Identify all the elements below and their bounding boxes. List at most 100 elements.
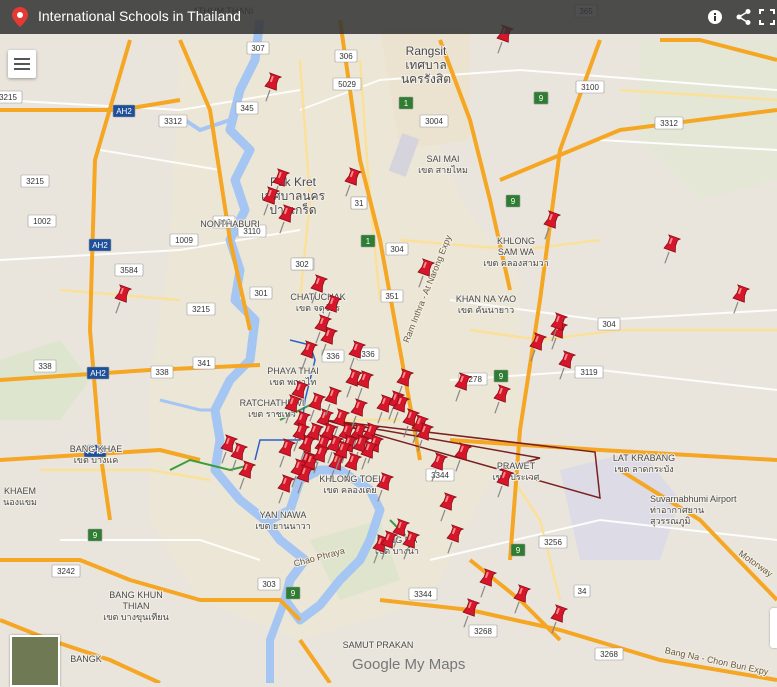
svg-text:345: 345 — [240, 104, 254, 113]
road-shield: 3100 — [575, 80, 605, 94]
map-pin-logo-icon — [12, 7, 28, 27]
road-shield: 303 — [257, 577, 281, 591]
road-shield: 3215 — [20, 174, 50, 188]
info-icon[interactable] — [706, 8, 724, 26]
road-shield: 304 — [385, 242, 409, 256]
road-shield: 1 — [398, 96, 414, 110]
road-shield: 307 — [246, 41, 270, 55]
svg-text:9: 9 — [93, 531, 98, 540]
road-shield: 341 — [192, 356, 216, 370]
svg-text:3312: 3312 — [164, 117, 182, 126]
road-shield: 1002 — [27, 214, 57, 228]
svg-text:31: 31 — [355, 199, 364, 208]
road-shield: 3119 — [574, 365, 604, 379]
scroll-handle[interactable] — [770, 608, 777, 648]
svg-text:3215: 3215 — [0, 93, 17, 102]
road-shield: 351 — [380, 289, 404, 303]
svg-text:5029: 5029 — [338, 80, 356, 89]
road-shield: 306 — [334, 49, 358, 63]
place-label: เขต สายไหม — [418, 165, 468, 175]
svg-text:9: 9 — [539, 94, 544, 103]
place-label: BANG KHUN — [109, 590, 163, 600]
share-icon[interactable] — [735, 8, 753, 26]
svg-text:336: 336 — [326, 352, 340, 361]
place-label: KHLONG — [497, 236, 535, 246]
svg-text:306: 306 — [339, 52, 353, 61]
svg-text:1: 1 — [366, 237, 371, 246]
road-shield: 31 — [350, 196, 368, 210]
road-shield: 3242 — [51, 564, 81, 578]
road-shield: 3584 — [114, 263, 144, 277]
road-shield: AH2 — [88, 238, 112, 252]
place-label: YAN NAWA — [260, 510, 307, 520]
svg-text:3215: 3215 — [192, 305, 210, 314]
svg-text:AH2: AH2 — [92, 241, 108, 250]
place-label: PHAYA THAI — [267, 366, 319, 376]
road-shield: 1 — [360, 234, 376, 248]
svg-text:34: 34 — [578, 587, 587, 596]
road-shield: 9 — [285, 586, 301, 600]
svg-text:3119: 3119 — [580, 368, 598, 377]
place-label: เขต พญาไท — [270, 377, 317, 387]
place-label: ท่าอากาศยาน — [650, 505, 704, 515]
place-label: BANG KHAE — [70, 444, 123, 454]
road-shield: 9 — [510, 543, 526, 557]
svg-text:351: 351 — [385, 292, 399, 301]
road-shield: 304 — [597, 317, 621, 331]
svg-text:AH2: AH2 — [116, 107, 132, 116]
svg-text:3344: 3344 — [414, 590, 432, 599]
road-shield: 3215 — [0, 90, 23, 104]
road-shield: 338 — [150, 365, 174, 379]
road-shield: 3344 — [425, 468, 455, 482]
place-label: เขต บางขุนเทียน — [103, 612, 168, 623]
road-shield: 3256 — [538, 535, 568, 549]
legend-toggle-button[interactable] — [8, 50, 36, 78]
svg-text:3242: 3242 — [57, 567, 75, 576]
svg-text:9: 9 — [291, 589, 296, 598]
road-shield: AH2 — [86, 366, 110, 380]
road-shield: 3268 — [594, 647, 624, 661]
svg-text:338: 338 — [38, 362, 52, 371]
road-shield: 3215 — [186, 302, 216, 316]
satellite-view-thumbnail[interactable] — [10, 635, 60, 687]
road-shield: 9 — [493, 369, 509, 383]
place-label: KHLONG TOEI — [319, 474, 380, 484]
road-shield: 34 — [573, 584, 591, 598]
place-label: SAMUT PRAKAN — [343, 640, 414, 650]
place-label: SAI MAI — [426, 154, 459, 164]
svg-text:3268: 3268 — [600, 650, 618, 659]
road-shield: 9 — [87, 528, 103, 542]
svg-text:3312: 3312 — [660, 119, 678, 128]
svg-text:302: 302 — [295, 260, 309, 269]
svg-text:3100: 3100 — [581, 83, 599, 92]
fullscreen-icon[interactable] — [758, 8, 776, 26]
svg-text:301: 301 — [254, 289, 268, 298]
svg-text:9: 9 — [499, 372, 504, 381]
place-label: เขต บางแค — [74, 455, 119, 465]
road-shield: 1009 — [169, 233, 199, 247]
place-label: เขต ยานนาวา — [255, 521, 310, 531]
svg-text:336: 336 — [361, 350, 375, 359]
map-title[interactable]: International Schools in Thailand — [38, 8, 241, 24]
place-label: นองแขม — [3, 497, 37, 507]
road-shield: 9 — [533, 91, 549, 105]
road-shield: 3004 — [419, 114, 449, 128]
svg-text:304: 304 — [602, 320, 616, 329]
road-shield: 3268 — [468, 624, 498, 638]
road-shield: 301 — [249, 286, 273, 300]
place-label: LAT KRABANG — [613, 453, 675, 463]
place-label: SAM WA — [498, 247, 534, 257]
svg-text:1: 1 — [404, 99, 409, 108]
svg-text:3256: 3256 — [544, 538, 562, 547]
svg-text:1009: 1009 — [175, 236, 193, 245]
road-shield: 345 — [235, 101, 259, 115]
map-canvas[interactable]: 307 3215 345 306 5029 3100 3004 3312 3215 1002 100… — [0, 0, 777, 683]
svg-text:304: 304 — [390, 245, 404, 254]
road-shield: AH2 — [112, 104, 136, 118]
place-label: เขต คันนายาว — [458, 305, 514, 315]
svg-text:3268: 3268 — [474, 627, 492, 636]
svg-text:3215: 3215 — [26, 177, 44, 186]
place-label: Rangsit — [406, 44, 447, 58]
svg-text:307: 307 — [251, 44, 265, 53]
svg-text:303: 303 — [262, 580, 276, 589]
